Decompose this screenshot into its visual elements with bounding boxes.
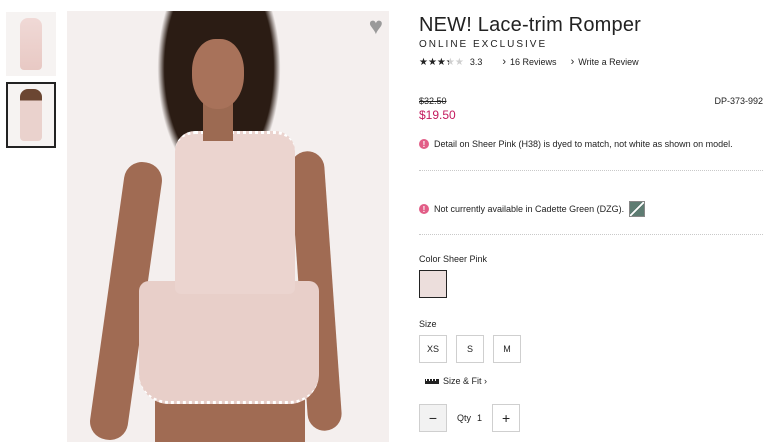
sale-price: $19.50 [419,108,456,122]
quantity-value[interactable]: 1 [477,413,482,423]
thumbnail-list [6,12,60,154]
rating-row: ★★★★★★ 3.3 16 Reviews Write a Review [419,56,771,68]
size-button-xs[interactable]: XS [419,335,447,363]
product-title: NEW! Lace-trim Romper [419,14,642,36]
info-icon: ! [419,204,429,214]
info-icon: ! [419,139,429,149]
image-torso [175,131,295,294]
product-main-image: ♥ [67,11,389,442]
quantity-increase-button[interactable]: + [492,404,521,432]
availability-notice-text: Not currently available in Cadette Green… [434,204,625,214]
size-button-s[interactable]: S [456,335,484,363]
product-details: NEW! Lace-trim Romper ONLINE EXCLUSIVE ★… [419,14,771,68]
rating-value: 3.3 [469,57,483,67]
image-face [192,39,244,109]
online-exclusive-label: ONLINE EXCLUSIVE [419,39,548,50]
original-price: $32.50 [419,96,447,106]
dye-notice-text: Detail on Sheer Pink (H38) is dyed to ma… [434,139,733,149]
size-options: XS S M [419,335,530,363]
divider [419,234,763,235]
thumbnail-image [20,89,42,141]
size-button-m[interactable]: M [493,335,521,363]
heart-icon[interactable]: ♥ [369,15,383,39]
size-label: Size [419,319,437,329]
color-swatch-sheer-pink[interactable] [419,270,447,298]
size-fit-label: Size & Fit [443,376,487,386]
thumbnail-image [20,18,42,70]
thumbnail-2[interactable] [6,82,56,148]
cadette-green-unavailable-swatch [629,201,646,217]
thumbnail-1[interactable] [6,12,56,76]
reviews-link[interactable]: 16 Reviews [502,56,557,68]
size-fit-link[interactable]: Size & Fit [425,376,487,386]
divider [419,170,763,171]
star-rating-icon: ★★★★★★ [419,56,464,68]
ruler-icon [425,378,439,384]
price-row: $32.50 DP-373-992 [419,96,763,106]
write-review-link[interactable]: Write a Review [571,56,638,68]
quantity-stepper: − Qty 1 + [419,404,521,432]
availability-notice: ! Not currently available in Cadette Gre… [419,201,646,217]
sku: DP-373-992 [714,96,763,106]
quantity-decrease-button[interactable]: − [419,404,447,432]
image-shorts [139,281,319,404]
quantity-label: Qty [457,413,472,423]
dye-notice: ! Detail on Sheer Pink (H38) is dyed to … [419,139,733,149]
color-label: Color Sheer Pink [419,254,488,264]
